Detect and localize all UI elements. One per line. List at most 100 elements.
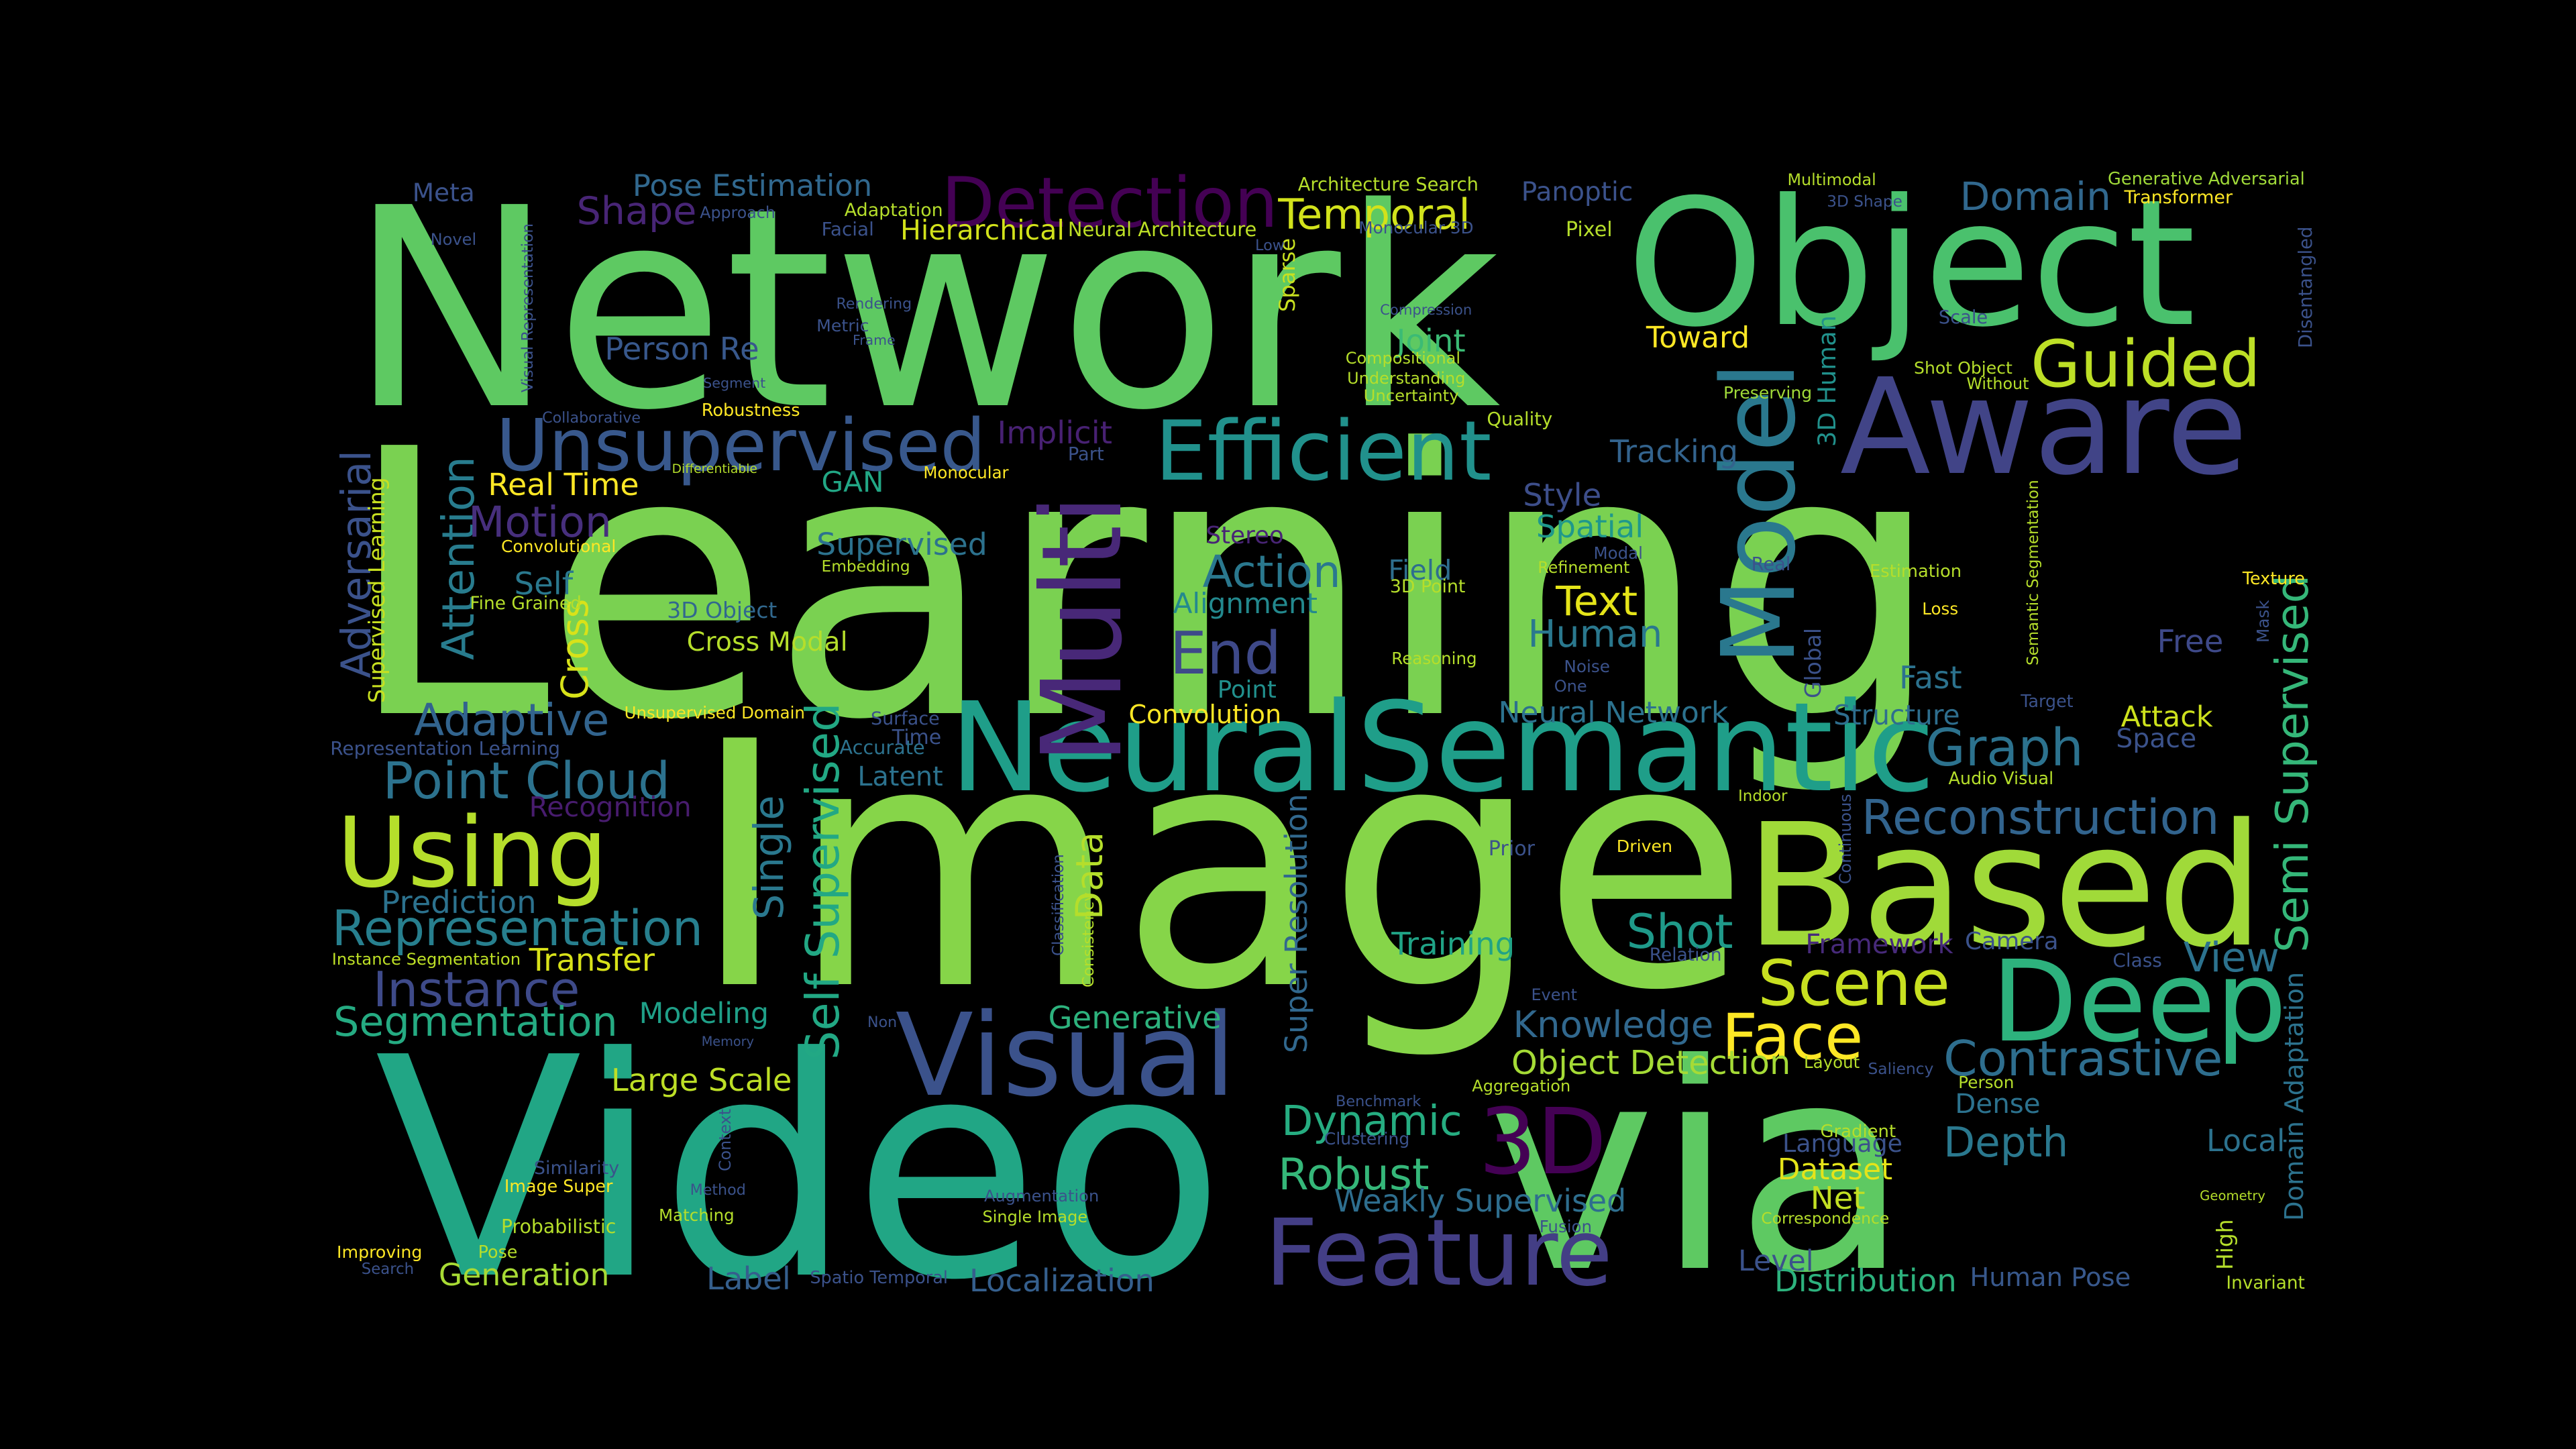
word-consistency: Consistency	[1079, 892, 1098, 987]
word-real: Real	[1751, 553, 1791, 575]
word-relation: Relation	[1649, 944, 1722, 965]
word-texture: Texture	[2242, 568, 2305, 588]
word-representation-learning: Representation Learning	[330, 737, 560, 760]
word-cross: Cross	[553, 598, 597, 700]
word-spatial: Spatial	[1536, 508, 1644, 545]
word-clustering: Clustering	[1324, 1128, 1410, 1148]
word-approach: Approach	[700, 203, 775, 223]
word-fusion: Fusion	[1539, 1217, 1593, 1237]
word-point: Point	[1217, 676, 1277, 704]
word-modeling: Modeling	[639, 998, 769, 1031]
word-depth: Depth	[1943, 1118, 2069, 1167]
word-search: Search	[361, 1260, 415, 1278]
word-visual-representation: Visual Representation	[519, 223, 537, 393]
word-cloud: Learning Image Network Video via Object Based A…	[0, 0, 2576, 1449]
word-indoor: Indoor	[1738, 787, 1788, 805]
word-adaptive: Adaptive	[414, 694, 610, 746]
word-prediction: Prediction	[381, 884, 537, 921]
word-alignment: Alignment	[1173, 587, 1318, 621]
word-recognition: Recognition	[529, 790, 692, 823]
word-class: Class	[2112, 949, 2162, 971]
word-transformer: Transformer	[2124, 186, 2233, 208]
word-compression: Compression	[1380, 301, 1472, 318]
word-latent: Latent	[857, 761, 943, 792]
word-attention: Attention	[433, 456, 485, 661]
word-disentangled: Disentangled	[2295, 226, 2316, 349]
word-memory: Memory	[701, 1033, 754, 1049]
word-multi: Multi	[1017, 494, 1146, 764]
word-convolution: Convolution	[1128, 699, 1282, 729]
word-pixel: Pixel	[1565, 218, 1613, 242]
word-metric: Metric	[816, 315, 869, 335]
word-generation: Generation	[438, 1257, 610, 1293]
word-generative: Generative	[1048, 999, 1222, 1036]
word-uncertainty: Uncertainty	[1363, 385, 1459, 405]
word-single: Single	[745, 795, 793, 920]
word-surface: Surface	[870, 708, 940, 729]
word-person: Person	[1958, 1072, 2015, 1092]
word-large-scale: Large Scale	[611, 1061, 792, 1098]
word-rendering: Rendering	[836, 296, 912, 313]
word-audio-visual: Audio Visual	[1948, 768, 2054, 789]
word-pose: Pose	[478, 1241, 518, 1262]
word-probabilistic: Probabilistic	[500, 1215, 616, 1238]
word-knowledge: Knowledge	[1513, 1004, 1714, 1046]
word-semantic-segmentation: Semantic Segmentation	[2024, 480, 2042, 665]
word-space: Space	[2116, 723, 2197, 755]
word-reasoning: Reasoning	[1391, 648, 1477, 668]
word-loss: Loss	[1922, 599, 1959, 619]
word-one: One	[1554, 677, 1587, 696]
word-noise: Noise	[1564, 657, 1610, 677]
word-view: View	[2183, 934, 2279, 982]
word-pose-estimation: Pose Estimation	[632, 167, 873, 203]
word-multimodal: Multimodal	[1787, 170, 1876, 190]
word-time: Time	[892, 725, 942, 749]
word-differentiable: Differentiable	[672, 462, 757, 476]
word-3d-human: 3D Human	[1813, 315, 1842, 447]
word-context: Context	[716, 1109, 735, 1172]
word-semi-supervised: Semi Supervised	[2266, 575, 2319, 953]
word-human-pose: Human Pose	[1970, 1262, 2131, 1293]
word-domain: Domain	[1960, 174, 2111, 220]
word-adaptation: Adaptation	[844, 200, 943, 221]
word-3d-object: 3D Object	[667, 596, 777, 623]
word-geometry: Geometry	[2200, 1188, 2266, 1204]
word-segmentation: Segmentation	[333, 998, 618, 1046]
word-global: Global	[1799, 627, 1826, 698]
word-driven: Driven	[1616, 836, 1672, 856]
word-style: Style	[1523, 477, 1602, 514]
word-neural-architecture: Neural Architecture	[1067, 218, 1257, 241]
word-compositional: Compositional	[1345, 348, 1461, 368]
word-novel: Novel	[430, 230, 477, 250]
word-monocular: Monocular	[923, 463, 1009, 483]
word-augmentation: Augmentation	[983, 1186, 1099, 1205]
word-3d-point: 3D Point	[1389, 576, 1466, 598]
word-efficient: Efficient	[1155, 403, 1492, 500]
word-embedding: Embedding	[821, 557, 910, 576]
word-3d-shape: 3D Shape	[1827, 192, 1902, 211]
word-domain-adaptation: Domain Adaptation	[2279, 971, 2310, 1221]
word-invariant: Invariant	[2226, 1273, 2305, 1294]
word-benchmark: Benchmark	[1336, 1093, 1421, 1111]
word-convolutional: Convolutional	[500, 537, 616, 557]
word-collaborative: Collaborative	[542, 409, 641, 427]
word-quality: Quality	[1487, 409, 1553, 431]
word-gradient: Gradient	[1820, 1122, 1896, 1142]
word-improving: Improving	[337, 1242, 423, 1262]
word-neural-network: Neural Network	[1498, 695, 1729, 730]
word-instance-segmentation: Instance Segmentation	[331, 949, 521, 969]
word-event: Event	[1531, 985, 1577, 1004]
word-correspondence: Correspondence	[1761, 1208, 1890, 1228]
word-image-super: Image Super	[504, 1175, 613, 1196]
word-monocular-3d: Monocular 3D	[1358, 218, 1474, 238]
word-stereo: Stereo	[1205, 522, 1284, 550]
word-supervised-learning: Supervised Learning	[364, 477, 390, 704]
word-frame: Frame	[853, 332, 896, 349]
word-cross-modal: Cross Modal	[686, 626, 848, 657]
word-estimation: Estimation	[1869, 561, 1962, 582]
word-robustness: Robustness	[701, 400, 800, 421]
word-text: Text	[1556, 578, 1638, 625]
word-model: Model	[1699, 361, 1818, 665]
word-panoptic: Panoptic	[1521, 176, 1633, 207]
word-prior: Prior	[1488, 837, 1536, 861]
